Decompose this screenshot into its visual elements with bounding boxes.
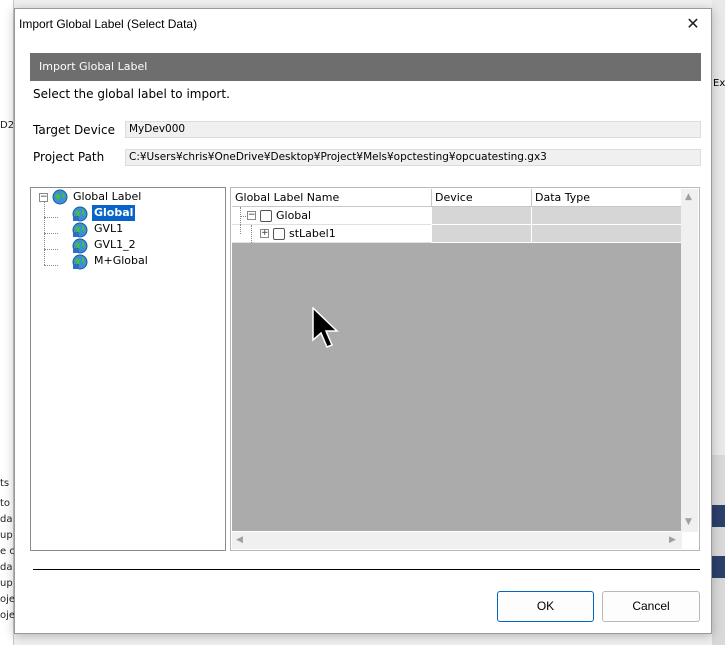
background-bar <box>712 556 725 578</box>
tree-item-label: M+Global <box>94 254 148 267</box>
cell-label-name: − Global <box>232 207 431 225</box>
background-text: Ext <box>713 78 725 89</box>
column-header-name[interactable]: Global Label Name <box>232 189 432 207</box>
background-text: oje <box>0 610 16 621</box>
expand-icon[interactable]: + <box>260 229 269 238</box>
grid-empty-area <box>232 243 682 531</box>
scroll-down-icon[interactable]: ▼ <box>685 517 692 527</box>
background-text: to <box>0 498 11 509</box>
project-path-label: Project Path <box>33 150 105 164</box>
row-checkbox[interactable] <box>273 228 285 240</box>
grid-header: Global Label Name Device Data Type <box>232 189 682 207</box>
globe-icon <box>72 222 88 238</box>
cell-device <box>432 225 532 243</box>
mouse-cursor-icon <box>312 307 339 348</box>
background-text: oje <box>0 594 16 605</box>
project-path-field: C:¥Users¥chris¥OneDrive¥Desktop¥Project¥… <box>125 149 701 166</box>
table-row[interactable]: − Global <box>232 207 682 225</box>
globe-icon <box>52 189 68 205</box>
scroll-up-icon[interactable]: ▲ <box>685 192 692 202</box>
row-label: stLabel1 <box>289 227 336 240</box>
tree-item-m-global[interactable]: M+Global <box>58 253 218 270</box>
tree-item-label: Global Label <box>73 190 142 203</box>
column-header-device[interactable]: Device <box>432 189 532 207</box>
column-header-data-type[interactable]: Data Type <box>532 189 682 207</box>
collapse-icon[interactable]: − <box>39 193 48 202</box>
vertical-scrollbar[interactable]: ▲ ▼ <box>681 189 698 532</box>
tree-item-gvl1[interactable]: GVL1 <box>58 221 218 238</box>
background-text: up <box>0 530 13 541</box>
globe-icon <box>72 206 88 222</box>
global-label-grid[interactable]: Global Label Name Device Data Type − Glo… <box>230 187 700 551</box>
tree-item-global[interactable]: Global <box>58 205 218 222</box>
tree-item-label: GVL1_2 <box>94 238 136 251</box>
import-global-label-dialog: Import Global Label (Select Data) ✕ Impo… <box>14 8 712 634</box>
cell-device <box>432 207 532 225</box>
background-bar <box>712 505 725 527</box>
background-text: da <box>0 514 13 525</box>
divider-line <box>33 569 700 570</box>
tree-item-gvl1-2[interactable]: GVL1_2 <box>58 237 218 254</box>
target-device-field: MyDev000 <box>125 121 701 138</box>
collapse-icon[interactable]: − <box>247 211 256 220</box>
scroll-right-icon[interactable]: ▶ <box>669 535 676 545</box>
dialog-title: Import Global Label (Select Data) <box>19 17 198 31</box>
background-text: D2 <box>0 120 15 131</box>
globe-icon <box>72 238 88 254</box>
scroll-left-icon[interactable]: ◀ <box>236 535 243 545</box>
cancel-button[interactable]: Cancel <box>602 591 700 622</box>
globe-icon <box>72 254 88 270</box>
dialog-titlebar[interactable]: Import Global Label (Select Data) ✕ <box>15 9 711 39</box>
target-device-label: Target Device <box>33 123 115 137</box>
table-row[interactable]: + stLabel1 <box>232 225 682 243</box>
background-text: ts <box>0 478 10 489</box>
cell-label-name: + stLabel1 <box>232 225 431 243</box>
row-label: Global <box>276 209 312 222</box>
background-text: da <box>0 562 13 573</box>
tree-item-label: GVL1 <box>94 222 124 235</box>
section-header: Import Global Label <box>30 53 701 81</box>
global-label-tree[interactable]: − Global Label Global GVL1 GVL1_2 M+Glob… <box>30 187 226 551</box>
cell-data-type <box>532 225 682 243</box>
tree-item-global-label[interactable]: − Global Label <box>37 189 217 205</box>
tree-item-label: Global <box>92 205 136 221</box>
row-checkbox[interactable] <box>260 210 272 222</box>
background-panel <box>712 455 725 645</box>
close-icon[interactable]: ✕ <box>681 13 705 35</box>
instruction-text: Select the global label to import. <box>33 87 230 101</box>
ok-button[interactable]: OK <box>497 591 594 622</box>
cell-data-type <box>532 207 682 225</box>
background-text: up <box>0 578 13 589</box>
horizontal-scrollbar[interactable]: ◀ ▶ <box>232 532 682 549</box>
